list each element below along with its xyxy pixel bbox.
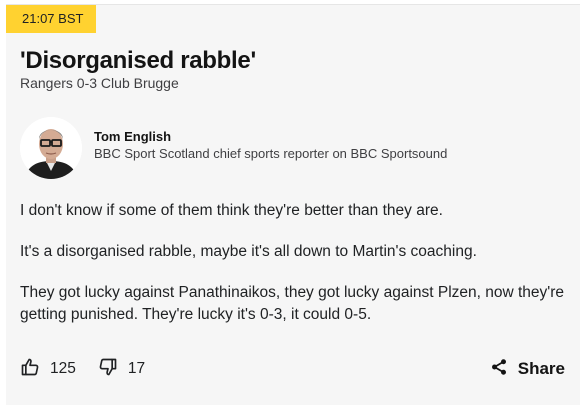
- live-post-card: 21:07 BST 'Disorganised rabble' Rangers …: [6, 4, 580, 405]
- post-actions: 125 17 Share: [20, 355, 565, 383]
- author-role: BBC Sport Scotland chief sports reporter…: [94, 146, 448, 161]
- post-paragraph: They got lucky against Panathinaikos, th…: [20, 284, 565, 323]
- thumbs-up-icon: [20, 357, 50, 382]
- share-label: Share: [517, 359, 565, 378]
- dislike-button[interactable]: 17: [98, 357, 145, 382]
- author-block: Tom English BBC Sport Scotland chief spo…: [20, 117, 447, 179]
- author-avatar: [20, 117, 82, 179]
- post-paragraph: I don't know if some of them think they'…: [20, 202, 443, 219]
- thumbs-down-icon: [98, 357, 128, 382]
- share-icon: [490, 358, 518, 381]
- post-paragraph: It's a disorganised rabble, maybe it's a…: [20, 243, 477, 260]
- like-button[interactable]: 125: [20, 357, 76, 382]
- post-headline: 'Disorganised rabble': [20, 47, 256, 74]
- post-body: I don't know if some of them think they'…: [20, 200, 570, 345]
- like-count: 125: [50, 360, 76, 377]
- dislike-count: 17: [127, 360, 146, 377]
- author-name: Tom English: [94, 129, 172, 144]
- post-subheadline: Rangers 0-3 Club Brugge: [20, 75, 179, 91]
- share-button[interactable]: Share: [490, 358, 565, 381]
- timestamp-badge: 21:07 BST: [6, 5, 96, 33]
